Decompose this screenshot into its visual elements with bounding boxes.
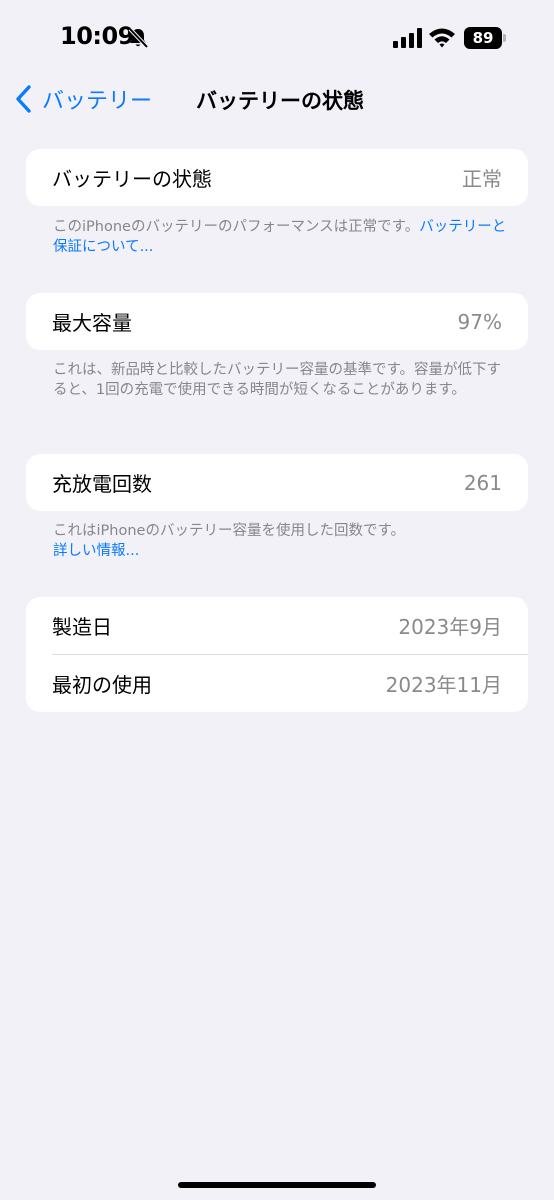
first-use-label: 最初の使用 — [52, 673, 152, 697]
battery-percent: 89 — [464, 27, 502, 49]
cycle-count-label: 充放電回数 — [52, 472, 152, 496]
battery-health-footnote: このiPhoneのバッテリーのパフォーマンスは正常です。バッテリーと保証について… — [53, 217, 513, 257]
learn-more-link[interactable]: 詳しい情報... — [53, 543, 139, 559]
max-capacity-value: 97% — [457, 309, 502, 334]
battery-health-card: バッテリーの状態 正常 — [26, 149, 528, 206]
battery-icon: 89 — [464, 27, 506, 49]
manufactured-date-label: 製造日 — [52, 615, 112, 639]
back-button[interactable]: バッテリー — [14, 82, 152, 116]
max-capacity-card: 最大容量 97% — [26, 293, 528, 350]
first-use-row: 最初の使用 2023年11月 — [26, 655, 528, 712]
cycle-count-card: 充放電回数 261 — [26, 454, 528, 511]
cycle-count-value: 261 — [463, 470, 502, 495]
wifi-icon — [429, 28, 455, 48]
max-capacity-label: 最大容量 — [52, 311, 132, 335]
cycle-count-row: 充放電回数 261 — [26, 454, 528, 511]
manufactured-date-row: 製造日 2023年9月 — [26, 597, 528, 654]
back-button-label: バッテリー — [42, 89, 153, 114]
cycle-count-footnote-text: これはiPhoneのバッテリー容量を使用した回数です。 — [53, 523, 405, 539]
manufactured-date-value: 2023年9月 — [398, 615, 502, 639]
cycle-count-footnote: これはiPhoneのバッテリー容量を使用した回数です。 詳しい情報... — [53, 521, 513, 561]
battery-health-label: バッテリーの状態 — [52, 167, 212, 191]
bell-slash-icon — [128, 27, 149, 49]
battery-health-screen: 10:09 89 バッテリー バッテリーの状態 バッテリーの状態 正常 このiP… — [0, 0, 554, 1200]
chevron-left-icon — [16, 85, 31, 113]
dates-card: 製造日 2023年9月 最初の使用 2023年11月 — [26, 597, 528, 712]
cellular-signal-icon — [393, 28, 422, 48]
max-capacity-row: 最大容量 97% — [26, 293, 528, 350]
battery-health-value: 正常 — [462, 167, 502, 191]
battery-health-row: バッテリーの状態 正常 — [26, 149, 528, 206]
status-time: 10:09 — [60, 22, 134, 50]
battery-health-footnote-text: このiPhoneのバッテリーのパフォーマンスは正常です。 — [53, 219, 420, 235]
home-indicator[interactable] — [178, 1182, 376, 1188]
battery-cap — [503, 34, 506, 42]
first-use-value: 2023年11月 — [385, 673, 502, 697]
navigation-bar: バッテリー バッテリーの状態 — [0, 76, 554, 122]
max-capacity-footnote: これは、新品時と比較したバッテリー容量の基準です。容量が低下すると、1回の充電で… — [53, 362, 502, 398]
status-bar: 10:09 89 — [0, 0, 554, 76]
page-title: バッテリーの状態 — [196, 89, 364, 113]
